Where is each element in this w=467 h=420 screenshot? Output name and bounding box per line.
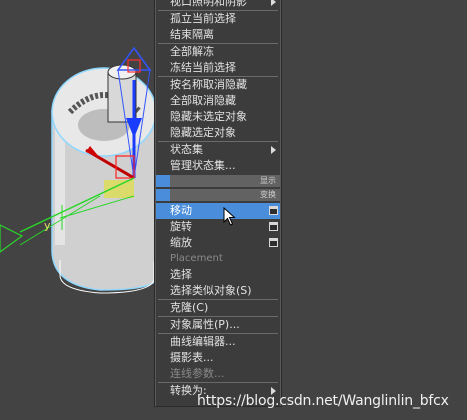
menu-item-label: 曲线编辑器... (170, 335, 236, 348)
menu-item-scale[interactable]: 缩放 (156, 235, 280, 251)
menu-item-label: 全部取消隐藏 (170, 94, 236, 107)
settings-box-icon[interactable] (269, 238, 278, 247)
menu-item-end-isolate[interactable]: 结束隔离 (156, 27, 280, 43)
menu-item-unhide-by-name[interactable]: 按名称取消隐藏 (156, 77, 280, 93)
menu-item-rotate[interactable]: 旋转 (156, 219, 280, 235)
axis-label-y: y (44, 219, 51, 232)
menu-item-manage-state-sets[interactable]: 管理状态集... (156, 158, 280, 174)
menu-item-label: 摄影表... (170, 351, 214, 364)
menu-item-select-similar[interactable]: 选择类似对象(S) (156, 283, 280, 299)
menu-item-label: 移动 (170, 204, 192, 217)
menu-item-curve-editor[interactable]: 曲线编辑器... (156, 334, 280, 350)
submenu-arrow-icon (271, 0, 276, 6)
menu-item-label: 全部解冻 (170, 45, 214, 58)
quad-header-transform[interactable]: 变换 (156, 189, 280, 201)
quad-menu: 视口照明和阴影 孤立当前选择 结束隔离 全部解冻 冻结当前选择 按名称取消隐藏 … (155, 0, 281, 406)
settings-box-icon[interactable] (269, 206, 278, 215)
menu-item-label: 选择类似对象(S) (170, 284, 252, 297)
menu-item-label: Placement (170, 253, 223, 264)
menu-item-placement[interactable]: Placement (156, 251, 280, 267)
menu-item-label: 冻结当前选择 (170, 61, 236, 74)
menu-item-unhide-all[interactable]: 全部取消隐藏 (156, 93, 280, 109)
menu-item-label: 对象属性(P)... (170, 318, 240, 331)
menu-item-label: 管理状态集... (170, 159, 236, 172)
menu-item-object-properties[interactable]: 对象属性(P)... (156, 317, 280, 333)
menu-item-label: 结束隔离 (170, 28, 214, 41)
quad-corner-indicator (156, 175, 170, 187)
menu-item-wire-parameters[interactable]: 连线参数... (156, 366, 280, 382)
menu-item-isolate-selection[interactable]: 孤立当前选择 (156, 11, 280, 27)
menu-item-viewport-lighting[interactable]: 视口照明和阴影 (156, 0, 280, 10)
menu-item-label: 隐藏未选定对象 (170, 110, 247, 123)
menu-item-label: 状态集 (170, 143, 203, 156)
menu-item-label: 缩放 (170, 236, 192, 249)
menu-item-dope-sheet[interactable]: 摄影表... (156, 350, 280, 366)
menu-item-select[interactable]: 选择 (156, 267, 280, 283)
menu-item-label: 选择 (170, 268, 192, 281)
menu-item-label: 连线参数... (170, 367, 225, 380)
menu-item-state-sets[interactable]: 状态集 (156, 142, 280, 158)
settings-box-icon[interactable] (269, 222, 278, 231)
cylinder-object[interactable] (51, 64, 157, 294)
menu-item-unfreeze-all[interactable]: 全部解冻 (156, 44, 280, 60)
menu-item-label: 视口照明和阴影 (170, 0, 247, 8)
menu-item-label: 孤立当前选择 (170, 12, 236, 25)
menu-item-label: 旋转 (170, 220, 192, 233)
menu-item-hide-selection[interactable]: 隐藏选定对象 (156, 125, 280, 141)
quad-header-display[interactable]: 显示 (156, 175, 280, 187)
quad-label-transform: 变换 (260, 190, 276, 199)
menu-item-label: 克隆(C) (170, 301, 209, 314)
submenu-arrow-icon (271, 146, 276, 154)
menu-item-clone[interactable]: 克隆(C) (156, 300, 280, 316)
mouse-cursor-icon (223, 207, 236, 226)
quad-corner-indicator (156, 189, 170, 201)
menu-item-hide-unselected[interactable]: 隐藏未选定对象 (156, 109, 280, 125)
menu-item-label: 按名称取消隐藏 (170, 78, 247, 91)
menu-item-freeze-selection[interactable]: 冻结当前选择 (156, 60, 280, 76)
menu-item-move[interactable]: 移动 (156, 203, 280, 219)
quad-label-display: 显示 (260, 176, 276, 185)
menu-item-label: 隐藏选定对象 (170, 126, 236, 139)
watermark-text: https://blog.csdn.net/Wanglinlin_bfcx (197, 393, 449, 409)
